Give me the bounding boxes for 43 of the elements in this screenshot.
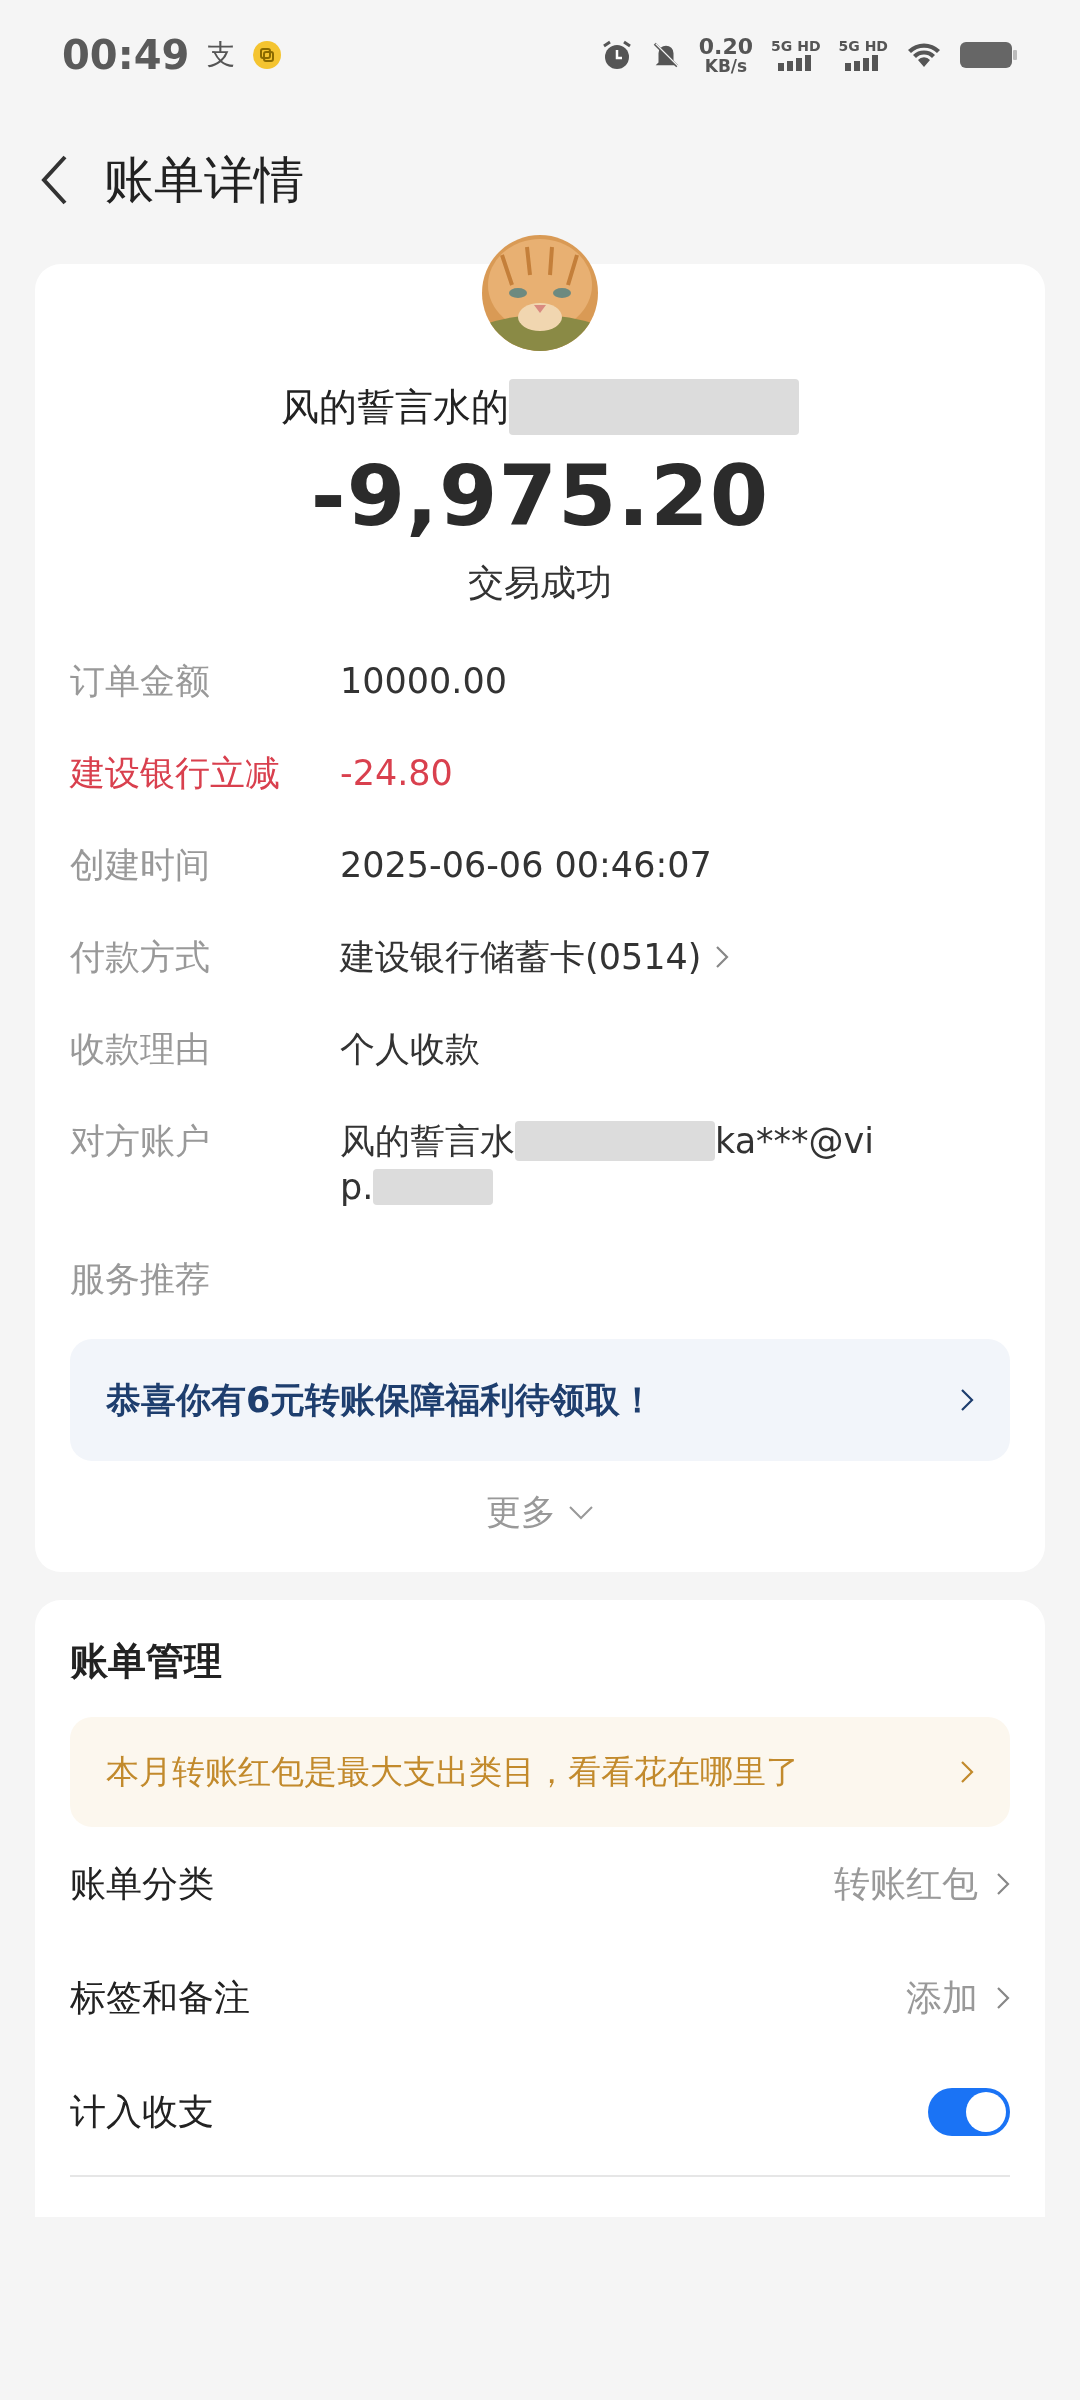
back-icon[interactable] [40,154,68,206]
detail-value: ka***@vi [715,1120,875,1163]
row-value[interactable]: 转账红包 [834,1859,978,1909]
detail-value: 10000.00 [340,660,507,703]
detail-label: 对方账户 [70,1120,211,1163]
payee-name: 风的誓言水的 [281,383,509,431]
payment-method-link[interactable]: 建设银行储蓄卡(0514) [340,934,730,980]
signal-icon [777,54,814,71]
chevron-right-icon [715,945,730,969]
detail-label: 订单金额 [70,660,211,703]
toggle-switch[interactable] [928,2088,1010,2136]
transaction-status: 交易成功 [467,561,613,605]
more-button[interactable]: 更多 [70,1489,1010,1536]
row-value[interactable]: 添加 [906,1973,978,2023]
network-type: 5G HD [771,39,821,55]
coin-icon [253,41,282,69]
transaction-amount: -9,975.20 [309,447,771,545]
chevron-right-icon [960,1388,974,1412]
page-title: 账单详情 [104,149,304,211]
detail-label: 付款方式 [70,936,211,979]
clock: 00:49 [62,32,190,78]
section-heading: 账单管理 [70,1638,223,1685]
detail-label: 建设银行立减 [70,752,281,795]
row-label: 计入收支 [70,2089,214,2134]
detail-label: 创建时间 [70,844,211,887]
chevron-right-icon [996,1872,1010,1896]
app-notification-glyph: 支 [207,37,236,73]
section-heading: 服务推荐 [70,1258,211,1301]
network-type: 5G HD [838,39,888,55]
chevron-right-icon [960,1760,974,1784]
detail-label: 收款理由 [70,1028,211,1071]
promo-banner[interactable]: 恭喜你有6元转账保障福利待领取！ [70,1339,1010,1461]
detail-value: 2025-06-06 00:46:07 [340,844,712,887]
spending-tip-banner[interactable]: 本月转账红包是最大支出类目，看看花在哪里了 [70,1717,1010,1827]
chevron-right-icon [996,1986,1010,2010]
detail-value: -24.80 [340,752,453,795]
detail-value: 风的誓言水 [340,1120,515,1163]
network-speed: 0.20 KB/s [698,35,754,75]
detail-value: p. [340,1166,374,1209]
detail-value: 个人收款 [340,1028,480,1071]
row-label: 标签和备注 [70,1975,250,2020]
row-label: 账单分类 [70,1861,214,1906]
chevron-down-icon [568,1504,594,1521]
